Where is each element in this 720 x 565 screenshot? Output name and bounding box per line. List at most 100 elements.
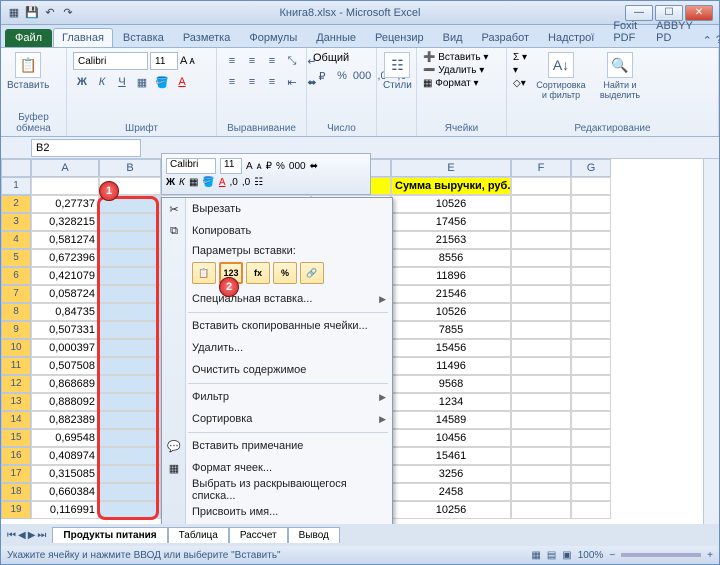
sheet-tab-active[interactable]: Продукты питания	[52, 527, 167, 543]
tab-view[interactable]: Вид	[434, 28, 472, 47]
ctx-sort[interactable]: Сортировка▶	[162, 408, 392, 430]
cell[interactable]: 15461	[391, 447, 511, 465]
cell[interactable]	[571, 177, 611, 195]
autosum-icon[interactable]: Σ ▾	[513, 52, 527, 63]
mini-dec-dec-icon[interactable]: ,0	[242, 177, 250, 188]
cell[interactable]: 0,69548	[31, 429, 99, 447]
clear-icon[interactable]: ◇▾	[513, 78, 527, 89]
cell[interactable]: 7855	[391, 321, 511, 339]
cell[interactable]	[511, 249, 571, 267]
cell[interactable]	[99, 483, 161, 501]
cell[interactable]	[571, 375, 611, 393]
fill-color-icon[interactable]: 🪣	[153, 73, 171, 91]
tab-home[interactable]: Главная	[53, 28, 113, 47]
cell[interactable]	[99, 285, 161, 303]
cell[interactable]	[511, 339, 571, 357]
undo-icon[interactable]: ↶	[43, 6, 57, 20]
cell[interactable]	[571, 429, 611, 447]
row-header[interactable]: 7	[1, 285, 31, 303]
cell[interactable]	[99, 465, 161, 483]
cell[interactable]	[571, 339, 611, 357]
view-normal-icon[interactable]: ▦	[531, 550, 540, 561]
cell[interactable]: 0,882389	[31, 411, 99, 429]
row-header[interactable]: 14	[1, 411, 31, 429]
paste-opt-formatting[interactable]: %	[273, 262, 297, 284]
help-icon[interactable]: ?	[716, 34, 720, 47]
cell[interactable]	[511, 429, 571, 447]
row-header[interactable]: 9	[1, 321, 31, 339]
tab-abbyy[interactable]: ABBYY PD	[647, 16, 702, 47]
zoom-out-icon[interactable]: −	[609, 550, 615, 561]
cell[interactable]	[511, 375, 571, 393]
insert-cells-button[interactable]: ➕ Вставить ▾	[423, 52, 488, 63]
cell[interactable]: 10456	[391, 429, 511, 447]
cell[interactable]	[511, 195, 571, 213]
sheet-nav-first-icon[interactable]: ⏮	[7, 530, 16, 541]
cell[interactable]	[99, 429, 161, 447]
row-header[interactable]: 1	[1, 177, 31, 195]
cell[interactable]	[571, 285, 611, 303]
mini-inc-dec-icon[interactable]: ,0	[230, 177, 238, 188]
sheet-tab[interactable]: Вывод	[288, 527, 340, 543]
underline-icon[interactable]: Ч	[113, 73, 131, 91]
row-header[interactable]: 19	[1, 501, 31, 519]
zoom-level[interactable]: 100%	[578, 550, 604, 561]
ctx-paste-special[interactable]: Специальная вставка...▶	[162, 288, 392, 310]
cell[interactable]	[571, 231, 611, 249]
cell[interactable]	[511, 231, 571, 249]
zoom-slider[interactable]	[621, 553, 701, 557]
cell[interactable]: 2458	[391, 483, 511, 501]
cell[interactable]	[99, 303, 161, 321]
cell[interactable]	[571, 267, 611, 285]
styles-button[interactable]: ☷Стили	[383, 52, 412, 91]
tab-review[interactable]: Рецензир	[366, 28, 433, 47]
tab-foxit[interactable]: Foxit PDF	[604, 16, 646, 47]
align-center-icon[interactable]: ≡	[243, 73, 261, 91]
sheet-nav-prev-icon[interactable]: ◀	[18, 530, 26, 541]
ctx-dropdown-list[interactable]: Выбрать из раскрывающегося списка...	[162, 479, 392, 501]
cell[interactable]	[571, 483, 611, 501]
sheet-nav-next-icon[interactable]: ▶	[28, 530, 36, 541]
cell[interactable]: 10256	[391, 501, 511, 519]
align-mid-icon[interactable]: ≡	[243, 52, 261, 70]
row-header[interactable]: 3	[1, 213, 31, 231]
cell[interactable]	[99, 177, 161, 195]
row-header[interactable]: 5	[1, 249, 31, 267]
cell[interactable]	[99, 213, 161, 231]
cell[interactable]: 0,27737	[31, 195, 99, 213]
ctx-filter[interactable]: Фильтр▶	[162, 386, 392, 408]
cell[interactable]: 9568	[391, 375, 511, 393]
cell[interactable]	[571, 195, 611, 213]
mini-grow-icon[interactable]: A	[246, 161, 253, 172]
cell[interactable]	[511, 411, 571, 429]
column-header[interactable]: B	[99, 159, 161, 177]
cell[interactable]	[571, 321, 611, 339]
view-break-icon[interactable]: ▣	[562, 550, 571, 561]
ctx-insert-comment[interactable]: 💬Вставить примечание	[162, 435, 392, 457]
cell[interactable]: 0,660384	[31, 483, 99, 501]
mini-currency-icon[interactable]: ₽	[266, 161, 272, 172]
mini-comma-icon[interactable]: 000	[289, 161, 306, 172]
name-box[interactable]: B2	[31, 139, 141, 157]
cell[interactable]: 11496	[391, 357, 511, 375]
comma-icon[interactable]: 000	[353, 67, 371, 85]
zoom-in-icon[interactable]: +	[707, 550, 713, 561]
sheet-tab[interactable]: Рассчет	[229, 527, 288, 543]
row-header[interactable]: 18	[1, 483, 31, 501]
cell[interactable]	[511, 321, 571, 339]
cell[interactable]: 21563	[391, 231, 511, 249]
mini-format-icon[interactable]: ☷	[254, 177, 263, 188]
cell[interactable]	[99, 447, 161, 465]
cell[interactable]	[571, 393, 611, 411]
cell[interactable]	[99, 357, 161, 375]
row-header[interactable]: 16	[1, 447, 31, 465]
cell[interactable]	[511, 177, 571, 195]
cell[interactable]	[99, 375, 161, 393]
cell[interactable]: 0,507331	[31, 321, 99, 339]
mini-size-combo[interactable]: 11	[220, 158, 242, 174]
cell[interactable]: 21546	[391, 285, 511, 303]
shrink-font-icon[interactable]: ᴀ	[189, 55, 194, 67]
cell[interactable]: 0,868689	[31, 375, 99, 393]
row-header[interactable]: 13	[1, 393, 31, 411]
tab-data[interactable]: Данные	[307, 28, 365, 47]
